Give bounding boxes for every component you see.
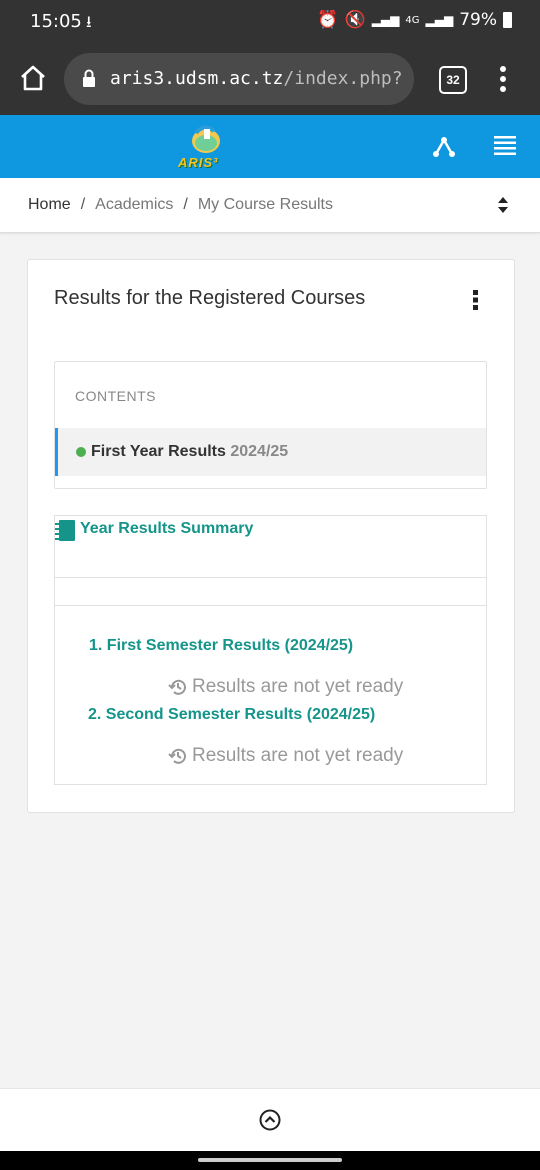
battery-level: 79% bbox=[459, 10, 497, 30]
url-text: aris3.udsm.ac.tz/index.php?r=stu bbox=[110, 68, 405, 89]
contents-heading: CONTENTS bbox=[75, 388, 156, 404]
divider bbox=[55, 577, 486, 578]
network-type: 4G bbox=[405, 14, 420, 26]
aris-logo[interactable]: ARIS³ bbox=[176, 121, 238, 173]
scroll-up-icon[interactable] bbox=[259, 1109, 281, 1131]
year-summary-panel: Year Results Summary 1. First Semester R… bbox=[54, 515, 487, 785]
system-nav-bar bbox=[0, 1151, 540, 1170]
signal-icon: ▂▄▆ bbox=[371, 13, 400, 27]
history-icon bbox=[168, 679, 186, 695]
status-icons: ⏰ 🔇 ▂▄▆ 4G ▂▄▆ 79% bbox=[317, 10, 512, 30]
semester-2-status: Results are not yet ready bbox=[168, 745, 403, 767]
contents-panel: CONTENTS First Year Results 2024/25 bbox=[54, 361, 487, 489]
status-bar: 15:05 ⭳ ⏰ 🔇 ▂▄▆ 4G ▂▄▆ 79% bbox=[0, 0, 540, 44]
signal-icon-2: ▂▄▆ bbox=[425, 13, 454, 27]
mute-icon: 🔇 bbox=[344, 10, 366, 30]
breadcrumb-trail: Home / Academics / My Course Results bbox=[28, 196, 333, 214]
status-dot-icon bbox=[76, 447, 86, 457]
notebook-icon bbox=[55, 520, 75, 541]
semester-1-link[interactable]: 1. First Semester Results (2024/25) bbox=[89, 637, 353, 655]
breadcrumb-current: My Course Results bbox=[197, 196, 333, 213]
breadcrumb-separator: / bbox=[80, 196, 86, 213]
contents-item-year: 2024/25 bbox=[230, 443, 289, 460]
home-gesture-handle[interactable] bbox=[198, 1158, 342, 1162]
breadcrumb: Home / Academics / My Course Results bbox=[0, 178, 540, 233]
card-menu-icon[interactable] bbox=[473, 290, 479, 310]
url-host: aris3.udsm.ac.tz bbox=[110, 68, 284, 89]
lock-icon bbox=[83, 69, 95, 87]
contents-item-first-year[interactable]: First Year Results 2024/25 bbox=[55, 428, 486, 476]
bottom-bar bbox=[0, 1088, 540, 1152]
summary-title[interactable]: Year Results Summary bbox=[80, 520, 253, 538]
app-header: ARIS³ bbox=[0, 115, 540, 178]
sort-toggle-icon[interactable] bbox=[497, 196, 509, 214]
semester-1-status: Results are not yet ready bbox=[168, 676, 403, 698]
battery-icon bbox=[503, 12, 512, 28]
contents-item-label: First Year Results 2024/25 bbox=[91, 443, 288, 461]
download-icon: ⭳ bbox=[86, 14, 92, 31]
overflow-menu-icon[interactable] bbox=[495, 64, 511, 94]
logo-text: ARIS³ bbox=[178, 155, 219, 170]
home-icon[interactable] bbox=[18, 63, 48, 93]
divider bbox=[55, 605, 486, 606]
results-card: Results for the Registered Courses CONTE… bbox=[27, 259, 515, 813]
url-path: /index.php?r=stu bbox=[283, 68, 405, 89]
status-time: 15:05 bbox=[30, 11, 82, 32]
status-text: Results are not yet ready bbox=[192, 745, 404, 766]
status-text: Results are not yet ready bbox=[192, 676, 404, 697]
share-icon[interactable] bbox=[432, 135, 456, 159]
breadcrumb-separator: / bbox=[183, 196, 188, 213]
tab-switcher-button[interactable]: 32 bbox=[439, 66, 467, 94]
contents-item-title: First Year Results bbox=[91, 443, 226, 460]
breadcrumb-home[interactable]: Home bbox=[28, 196, 71, 213]
alarm-icon: ⏰ bbox=[317, 10, 339, 30]
address-bar[interactable]: aris3.udsm.ac.tz/index.php?r=stu bbox=[64, 53, 414, 105]
breadcrumb-academics[interactable]: Academics bbox=[95, 196, 173, 213]
page-title: Results for the Registered Courses bbox=[54, 287, 366, 309]
history-icon bbox=[168, 748, 186, 764]
browser-toolbar: aris3.udsm.ac.tz/index.php?r=stu 32 bbox=[0, 44, 540, 115]
semester-2-link[interactable]: 2. Second Semester Results (2024/25) bbox=[88, 706, 375, 724]
list-menu-icon[interactable] bbox=[494, 135, 516, 157]
